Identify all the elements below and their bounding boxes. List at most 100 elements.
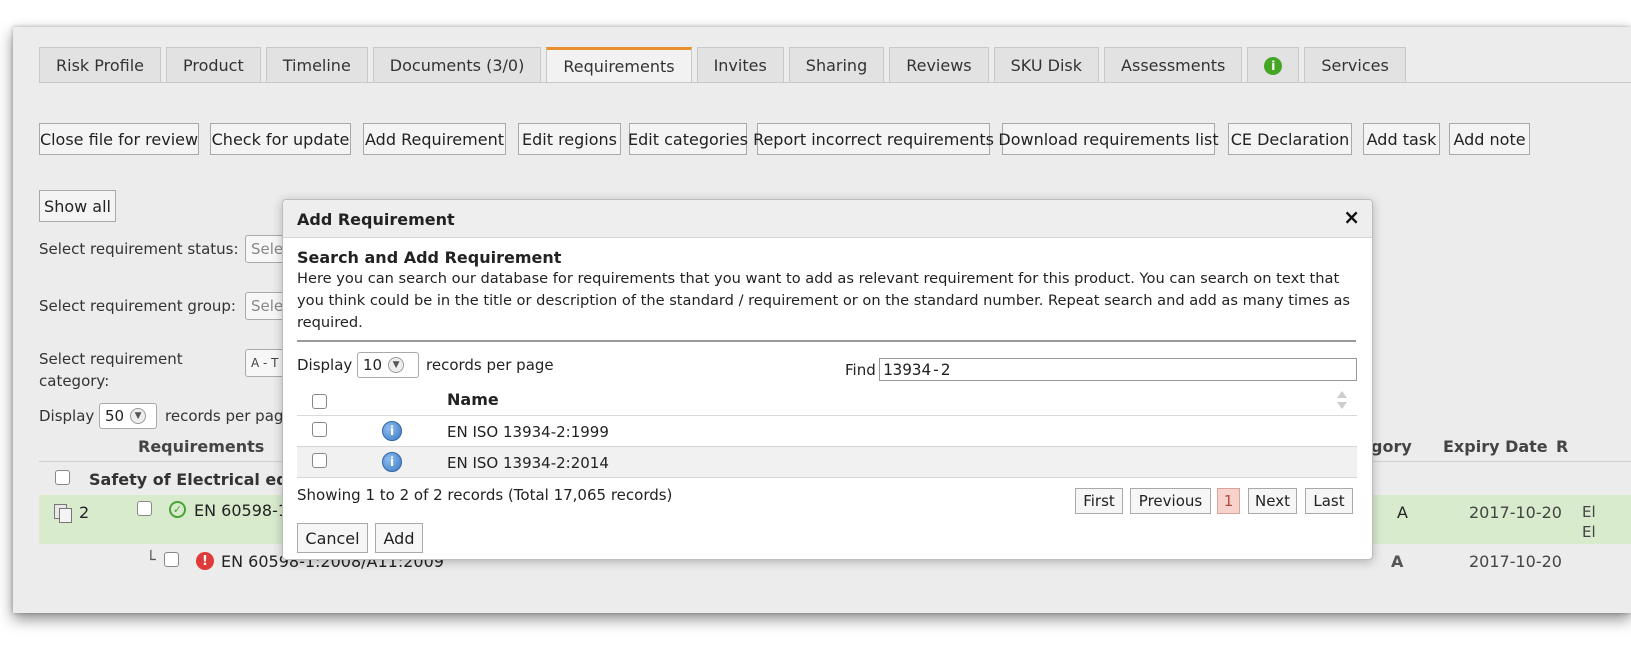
row-name: EN ISO 13934-2:2014 [447,454,609,472]
cancel-button[interactable]: Cancel [297,523,368,553]
add-task-button[interactable]: Add task [1363,123,1440,155]
close-icon[interactable]: × [1343,207,1360,227]
group-title: Safety of Electrical equi [89,470,305,489]
col-requirements-header[interactable]: Requirements [138,437,264,456]
bg-display-label: Display [39,407,95,425]
tab-reviews[interactable]: Reviews [889,47,989,83]
show-all-button[interactable]: Show all [39,190,116,222]
report-incorrect-button[interactable]: Report incorrect requirements [753,123,994,155]
records-per-page-label: records per page [426,356,554,374]
select-all-checkbox[interactable] [312,394,327,409]
row-expiry: 2017-10-20 [1469,552,1562,571]
tab-services[interactable]: Services [1304,47,1406,83]
dialog-description-line: Here you can search our database for req… [297,270,1340,287]
row-checkbox[interactable] [312,453,327,468]
col-name-header[interactable]: Name [447,390,499,409]
tab-label: Product [183,56,244,75]
bg-records-per-page: records per page [165,407,293,425]
row-count: 2 [79,503,90,522]
info-icon[interactable]: i [382,452,402,472]
row-checkbox[interactable] [312,422,327,437]
tab-label: Timeline [282,56,351,75]
col-r-header[interactable]: R [1556,437,1568,456]
showing-records-info: Showing 1 to 2 of 2 records (Total 17,06… [297,486,673,504]
find-label: Find [845,361,876,379]
dialog-description-line: required. [297,314,363,331]
check-update-button[interactable]: Check for update [210,123,351,155]
page-size-select[interactable]: 10 ▼ [357,352,419,378]
last-page-button[interactable]: Last [1305,488,1353,514]
category-filter-label-2: category: [39,372,110,390]
add-note-button[interactable]: Add note [1449,123,1530,155]
category-filter-label-1: Select requirement [39,350,183,368]
first-page-button[interactable]: First [1075,488,1123,514]
tab-sharing[interactable]: Sharing [788,47,885,83]
dialog-header: Add Requirement × [283,200,1372,238]
close-file-button[interactable]: Close file for review [39,123,199,155]
tab-documents[interactable]: Documents (3/0) [372,47,542,83]
find-input[interactable]: 13934-2 [879,358,1357,381]
bg-page-size-value: 50 [105,407,125,425]
group-checkbox[interactable] [55,470,70,485]
tab-info[interactable]: i [1247,47,1300,83]
check-circle-icon: ✓ [169,501,186,518]
table-row[interactable]: i EN ISO 13934-2:2014 [297,447,1357,478]
chevron-down-icon: ▼ [130,408,147,424]
tab-bar: Risk Profile Product Timeline Documents … [39,47,1406,83]
edit-regions-button[interactable]: Edit regions [518,123,621,155]
next-page-button[interactable]: Next [1248,488,1297,514]
tab-divider [39,82,1631,83]
ce-declaration-button[interactable]: CE Declaration [1228,123,1352,155]
error-icon: ! [196,552,214,570]
tab-label: Sharing [805,56,868,75]
tab-label: Documents (3/0) [389,56,525,75]
tab-requirements[interactable]: Requirements [546,47,692,83]
dialog-heading: Search and Add Requirement [297,248,562,267]
tab-label: SKU Disk [1010,56,1083,75]
row-expiry: 2017-10-20 [1469,503,1562,522]
display-label: Display [297,356,353,374]
status-filter-label: Select requirement status: [39,240,239,258]
download-list-button[interactable]: Download requirements list [998,123,1219,155]
add-button[interactable]: Add [375,523,423,553]
copy-icon[interactable] [54,504,72,523]
col-expiry-header[interactable]: Expiry Date [1443,437,1548,456]
col-category-header[interactable]: gory [1371,437,1412,456]
results-header-row: Name [297,386,1357,416]
tab-label: Risk Profile [56,56,144,75]
page-size-value: 10 [363,356,383,374]
tab-sku-disk[interactable]: SKU Disk [993,47,1100,83]
info-icon: i [1264,56,1283,75]
row-extra-1: El [1582,503,1596,521]
tab-timeline[interactable]: Timeline [265,47,368,83]
sort-icon[interactable] [1337,391,1347,409]
divider [297,340,1356,342]
info-icon[interactable]: i [382,421,402,441]
dialog-description-line: you think could be in the title or descr… [297,292,1351,309]
tab-assessments[interactable]: Assessments [1104,47,1243,83]
tab-label: Requirements [563,57,675,76]
add-requirement-button[interactable]: Add Requirement [363,123,506,155]
bg-page-size-select[interactable]: 50 ▼ [99,403,157,429]
row-extra-2: El [1582,523,1596,541]
dialog-title: Add Requirement [297,210,455,229]
tab-risk-profile[interactable]: Risk Profile [39,47,161,83]
child-prefix: └ [146,550,156,569]
row-name: EN ISO 13934-2:1999 [447,423,609,441]
row-checkbox[interactable] [137,501,152,516]
tab-product[interactable]: Product [166,47,261,83]
current-page-button[interactable]: 1 [1217,488,1240,514]
tab-label: Assessments [1121,56,1226,75]
row-name[interactable]: EN 60598-1 [194,501,288,520]
row-category: A [1397,503,1408,522]
tab-label: Services [1321,56,1389,75]
previous-page-button[interactable]: Previous [1130,488,1211,514]
group-filter-label: Select requirement group: [39,297,236,315]
add-requirement-dialog: Add Requirement × Search and Add Require… [282,199,1373,560]
tab-invites[interactable]: Invites [696,47,784,83]
table-row[interactable]: i EN ISO 13934-2:1999 [297,416,1357,447]
row-checkbox[interactable] [164,552,179,567]
row-category: A [1391,552,1404,571]
tab-label: Invites [713,56,767,75]
edit-categories-button[interactable]: Edit categories [628,123,748,155]
